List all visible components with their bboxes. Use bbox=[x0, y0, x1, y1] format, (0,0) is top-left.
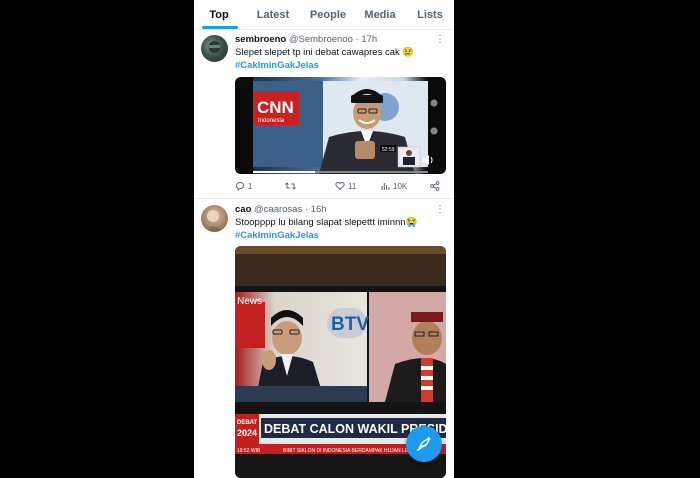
active-tab-indicator bbox=[202, 26, 238, 29]
tab-latest[interactable]: Latest bbox=[244, 0, 302, 30]
tab-media[interactable]: Media bbox=[354, 0, 406, 30]
display-name[interactable]: sembroeno bbox=[235, 34, 286, 45]
tweet-time[interactable]: · 16h bbox=[305, 204, 327, 215]
views-button[interactable]: 10K bbox=[381, 181, 407, 191]
tweet-header: sembroeno @Sembroenoo · 17h bbox=[235, 34, 377, 45]
like-button[interactable]: 11 bbox=[335, 181, 356, 191]
more-dots-icon[interactable]: ⋮ bbox=[435, 204, 445, 215]
tab-lists[interactable]: Lists bbox=[406, 0, 454, 30]
reply-button[interactable]: 1 bbox=[235, 181, 252, 191]
retweet-button[interactable] bbox=[285, 181, 299, 191]
reply-icon bbox=[236, 182, 244, 191]
cnn-logo: CNN bbox=[257, 98, 294, 117]
views-chart-icon bbox=[381, 183, 390, 190]
news-logo: News bbox=[237, 296, 262, 307]
tweet-divider bbox=[194, 198, 454, 199]
tweet-header: cao @caarosas · 16h bbox=[235, 204, 327, 215]
share-button[interactable] bbox=[430, 181, 440, 191]
compose-feather-icon bbox=[417, 437, 431, 451]
heart-icon bbox=[335, 181, 345, 191]
more-dots-icon[interactable]: ⋮ bbox=[435, 34, 445, 45]
hashtag-link[interactable]: #CakIminGakJelas bbox=[235, 60, 319, 71]
tweet-text: Stoopppp lu bilang slapat slepettt iminn… bbox=[235, 217, 418, 228]
compose-button[interactable] bbox=[406, 426, 442, 462]
video-frame: CNN Indonesia 52:59 bbox=[235, 77, 446, 174]
video-timecode: 52:59 bbox=[382, 147, 395, 153]
retweet-icon bbox=[285, 182, 296, 190]
svg-text:DEBAT: DEBAT bbox=[237, 420, 258, 426]
tweet-text: Slepet slepet tp ini debat cawapres cak … bbox=[235, 47, 415, 58]
svg-text:19:52 WIB: 19:52 WIB bbox=[237, 448, 261, 454]
avatar[interactable] bbox=[201, 35, 228, 62]
user-handle[interactable]: @Sembroenoo bbox=[289, 34, 353, 45]
btv-logo: BTV bbox=[331, 314, 369, 335]
tweet-1[interactable]: sembroeno @Sembroenoo · 17h ⋮ Slepet sle… bbox=[194, 30, 454, 200]
tweet-video[interactable]: CNN Indonesia 52:59 bbox=[235, 77, 446, 174]
share-icon bbox=[430, 181, 440, 191]
hashtag-link[interactable]: #CakIminGakJelas bbox=[235, 230, 319, 241]
tweet-actions: 1 11 10K bbox=[235, 181, 447, 193]
tab-people[interactable]: People bbox=[302, 0, 354, 30]
news-ticker: BIBIT SIKLON DI INDONESIA BERDAMPAK HUJA… bbox=[283, 448, 417, 454]
twitter-search-screen: Top Latest People Media Lists sembroeno … bbox=[194, 0, 454, 478]
svg-text:2024: 2024 bbox=[237, 428, 257, 438]
avatar[interactable] bbox=[201, 205, 228, 232]
display-name[interactable]: cao bbox=[235, 204, 251, 215]
tweet-time[interactable]: · 17h bbox=[356, 34, 378, 45]
svg-text:Indonesia: Indonesia bbox=[258, 118, 285, 124]
user-handle[interactable]: @caarosas bbox=[254, 204, 302, 215]
